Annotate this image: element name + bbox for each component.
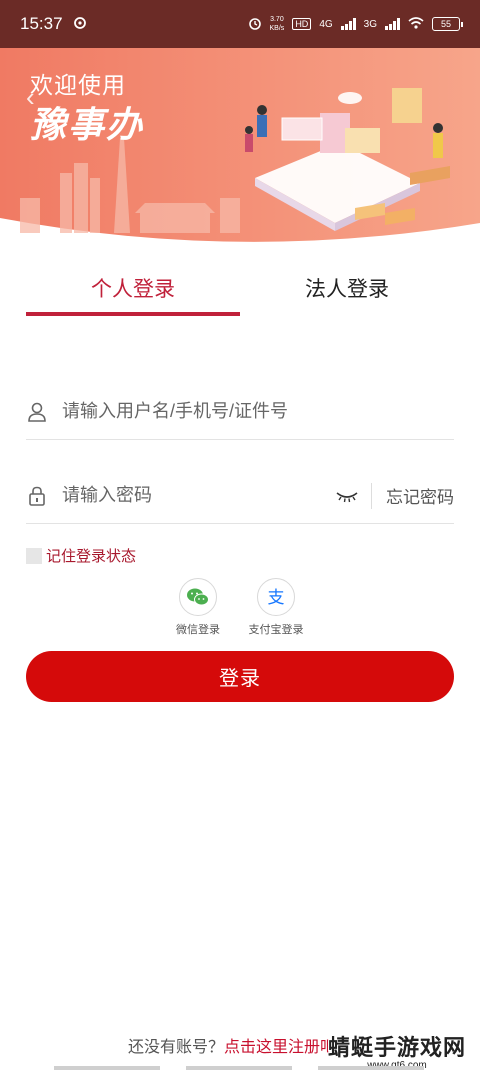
alarm-icon — [248, 16, 262, 33]
username-input[interactable] — [62, 401, 454, 422]
battery-icon: 55 — [432, 17, 463, 31]
lock-icon — [26, 485, 48, 507]
login-button[interactable]: 登录 — [26, 651, 454, 702]
network-type-1: 4G — [319, 18, 333, 30]
wechat-icon — [179, 578, 217, 616]
status-time: 15:37 — [20, 14, 63, 33]
nav-bar-segment — [54, 1066, 160, 1070]
register-prompt-text: 还没有账号？ — [128, 1039, 225, 1056]
active-tab-indicator — [26, 312, 240, 316]
status-bar: 15:37 3.70 KB/s HD 4G 3G 55 — [0, 0, 480, 48]
register-prompt: 还没有账号？点击这里注册吧 — [128, 1033, 336, 1057]
nav-bar-segment — [318, 1066, 424, 1070]
sync-icon — [73, 16, 87, 33]
watermark: 蜻蜓手游戏网 www.qt6.com — [328, 1030, 466, 1070]
password-input[interactable] — [62, 485, 335, 506]
tab-corporate-login[interactable]: 法人登录 — [240, 266, 454, 316]
status-icons: 3.70 KB/s HD 4G 3G 55 — [248, 15, 463, 33]
alipay-login-button[interactable]: 支 支付宝登录 — [236, 578, 316, 637]
nav-bar-segment — [186, 1066, 292, 1070]
signal-icon — [385, 18, 400, 30]
watermark-title: 蜻蜓手游戏网 — [327, 1035, 466, 1060]
register-link[interactable]: 点击这里注册吧 — [224, 1039, 336, 1056]
header-banner: ‹ 欢迎使用 豫事办 — [0, 48, 480, 248]
forgot-password-link[interactable]: 忘记密码 — [386, 483, 454, 508]
username-field — [26, 384, 454, 440]
tab-personal-login[interactable]: 个人登录 — [26, 266, 240, 316]
remember-label: 记住登录状态 — [46, 548, 137, 565]
signal-icon — [340, 18, 356, 30]
svg-text:支: 支 — [268, 588, 285, 608]
user-icon — [26, 401, 48, 423]
field-divider — [371, 482, 372, 509]
wechat-login-label: 微信登录 — [176, 624, 220, 636]
hd-badge: HD — [292, 18, 312, 30]
speed-unit: KB/s — [269, 25, 285, 32]
network-type-2: 3G — [363, 18, 377, 30]
wechat-login-button[interactable]: 微信登录 — [158, 578, 238, 637]
password-field: 忘记密码 — [26, 468, 454, 524]
app-name-logo: 豫事办 — [30, 104, 145, 145]
speed-value: 3.70 — [270, 16, 284, 23]
alipay-icon: 支 — [257, 578, 295, 616]
eye-closed-icon[interactable] — [335, 489, 359, 503]
wifi-icon — [408, 16, 424, 32]
network-speed: 3.70 KB/s — [270, 15, 285, 33]
login-type-tabs: 个人登录 法人登录 — [26, 266, 454, 316]
remember-login-option[interactable]: 记住登录状态 — [26, 545, 136, 566]
remember-checkbox[interactable] — [26, 547, 42, 564]
alipay-login-label: 支付宝登录 — [248, 624, 304, 636]
banner-welcome: 欢迎使用 — [30, 72, 126, 98]
